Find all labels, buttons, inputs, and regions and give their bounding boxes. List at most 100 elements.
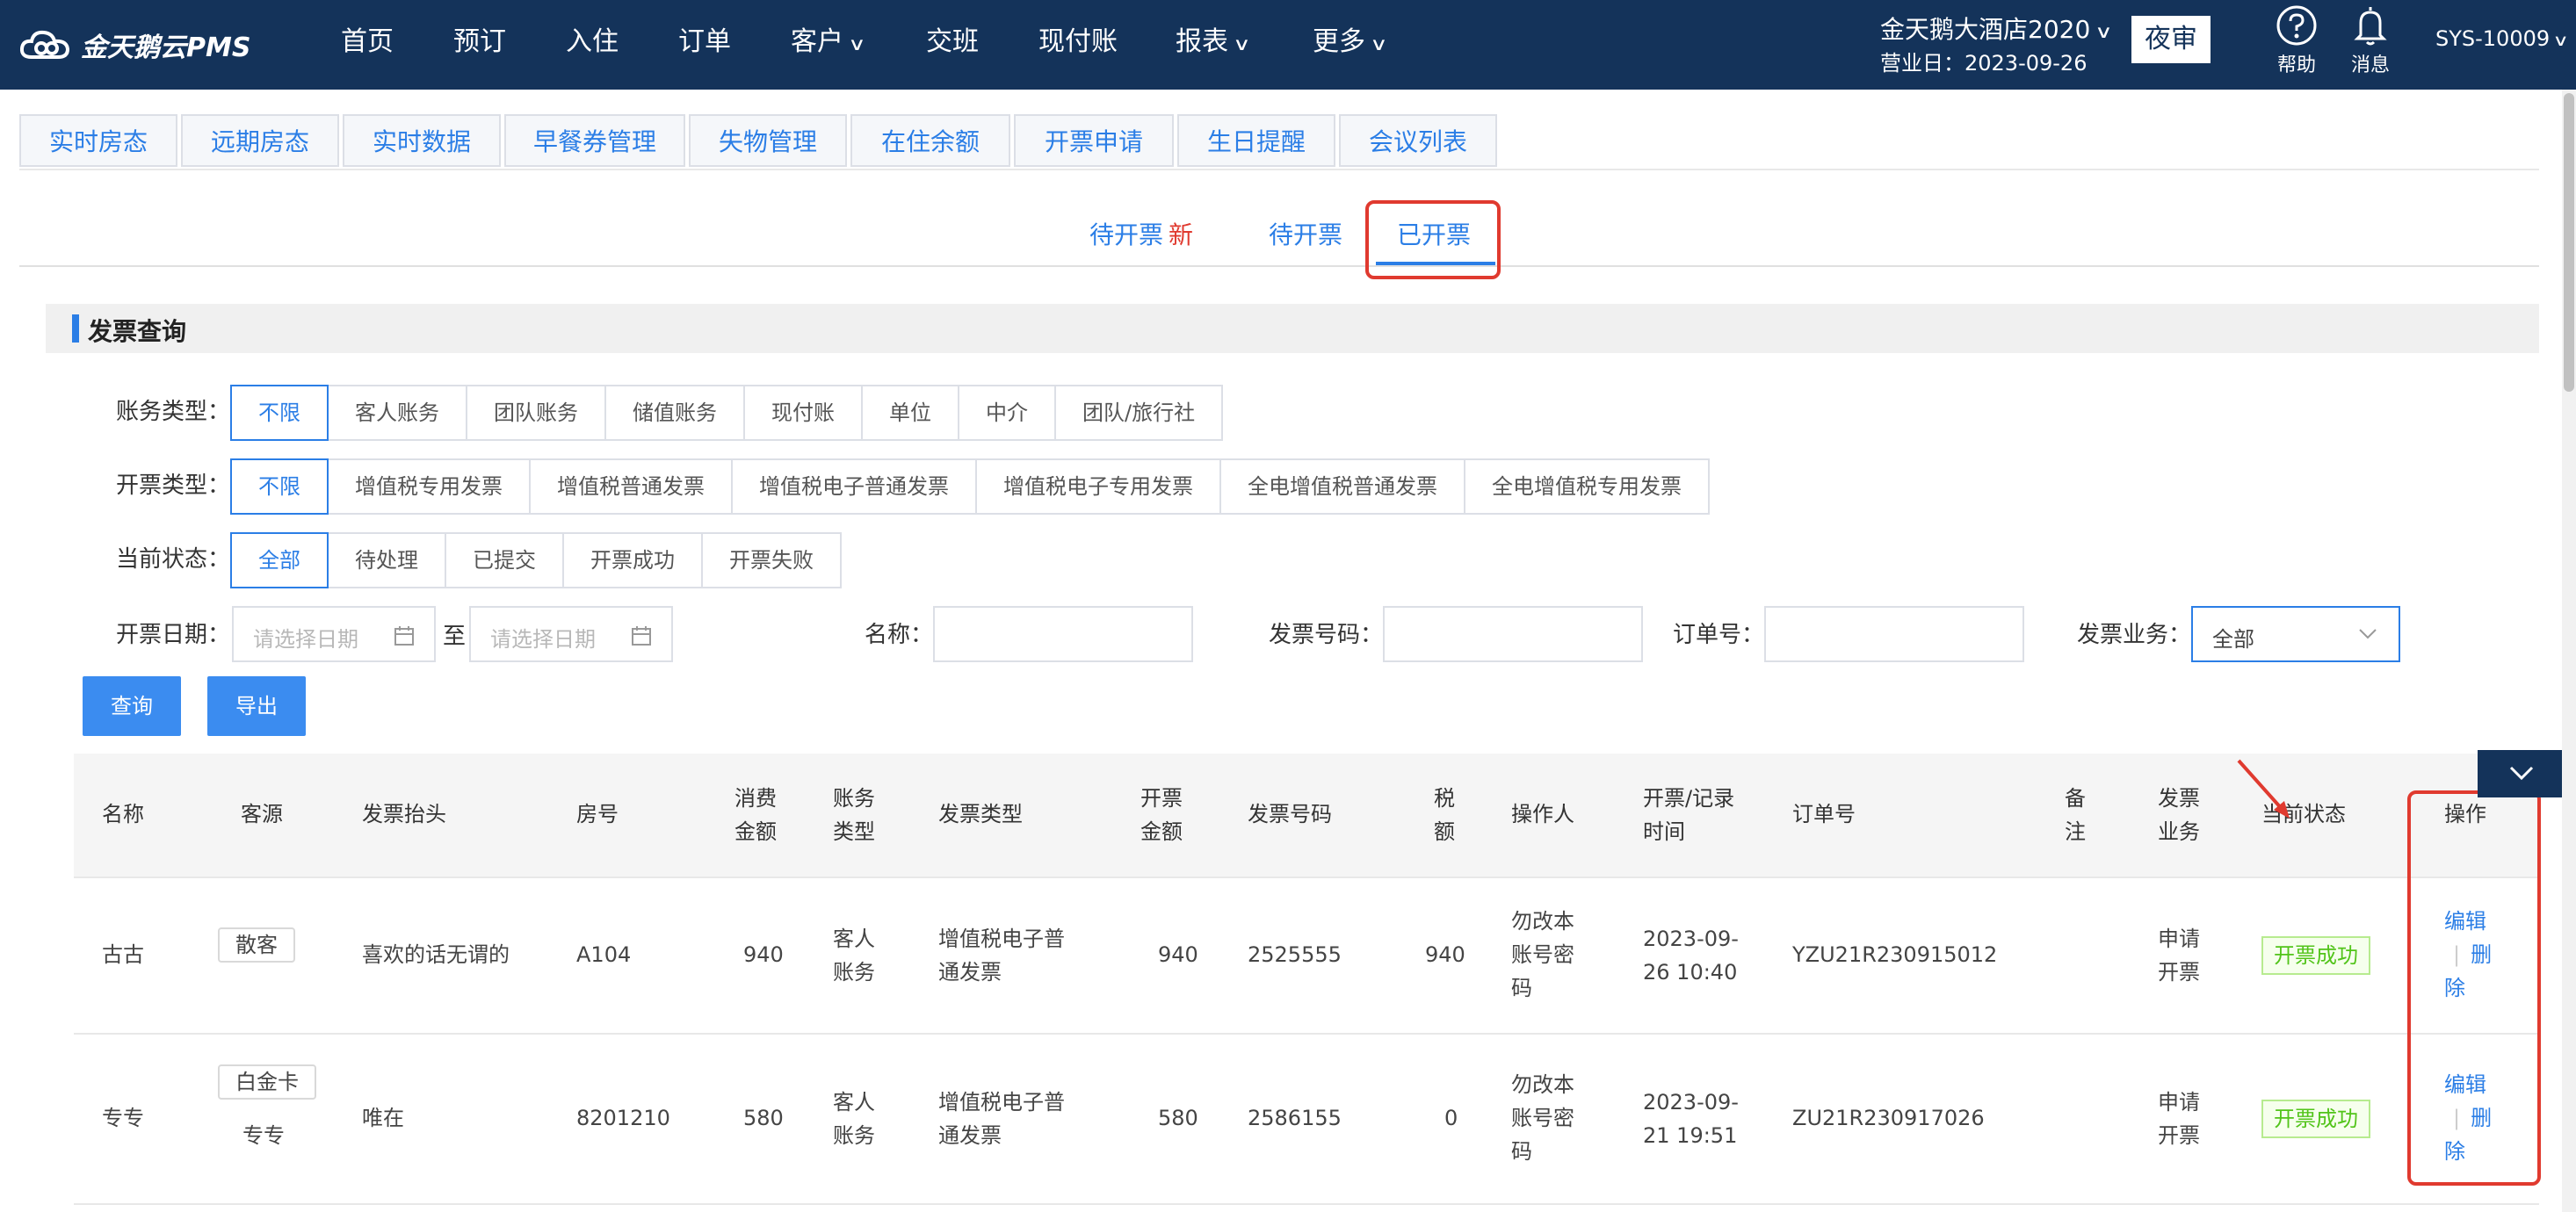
help-icon: [2276, 5, 2317, 46]
subtab-baseline: [19, 265, 2539, 267]
tab-meeting-list[interactable]: 会议列表: [1339, 114, 1497, 167]
nav-orders[interactable]: 订单: [678, 0, 731, 84]
invoice-business-label: 发票业务：: [2077, 622, 2192, 648]
app-logo[interactable]: 金天鹅云PMS: [19, 21, 250, 69]
col-account-type: 账务 类型: [833, 786, 875, 844]
nav-home[interactable]: 首页: [341, 0, 394, 84]
cell-order-number: YZU21R230915012: [1792, 942, 1998, 967]
calendar-icon: [632, 626, 651, 646]
tab-lost-found[interactable]: 失物管理: [689, 114, 847, 167]
nav-cash-account[interactable]: 现付账: [1038, 0, 1118, 84]
status-option[interactable]: 开票失败: [701, 532, 842, 588]
name-label: 名称：: [865, 622, 934, 648]
tab-invoice-request[interactable]: 开票申请: [1014, 114, 1174, 167]
tab-future-room-status[interactable]: 远期房态: [181, 114, 339, 167]
col-source: 客源: [241, 802, 283, 826]
bell-icon: [2354, 7, 2387, 46]
tab-realtime-room-status[interactable]: 实时房态: [19, 114, 177, 167]
collapse-toggle-button[interactable]: [2478, 750, 2565, 797]
business-date: 营业日：2023-09-26: [1880, 51, 2088, 76]
account-type-option[interactable]: 团队账务: [466, 385, 606, 441]
invoice-date-label: 开票日期：: [116, 622, 231, 648]
col-tax: 税额: [1434, 786, 1455, 844]
invoice-number-input[interactable]: [1383, 606, 1643, 662]
account-type-option[interactable]: 储值账务: [604, 385, 745, 441]
hotel-selector[interactable]: 金天鹅大酒店2020 ∨: [1880, 11, 2113, 46]
cell-room: A104: [576, 942, 632, 967]
date-range-separator: 至: [443, 624, 467, 650]
order-number-input[interactable]: [1764, 606, 2024, 662]
account-type-label: 账务类型：: [116, 399, 231, 425]
account-type-option[interactable]: 单位: [861, 385, 959, 441]
night-audit-button[interactable]: 夜审: [2131, 16, 2211, 63]
nav-checkin[interactable]: 入住: [566, 0, 619, 84]
invoice-type-option[interactable]: 增值税电子专用发票: [975, 458, 1221, 515]
source-tag: 散客: [218, 927, 295, 963]
cell-invoice-number: 2525555: [1248, 942, 1342, 967]
cell-order-number: ZU21R230917026: [1792, 1106, 1985, 1130]
tab-birthday-reminder[interactable]: 生日提醒: [1177, 114, 1335, 167]
user-menu[interactable]: SYS-10009 ∨: [2435, 26, 2569, 51]
export-button[interactable]: 导出: [207, 676, 306, 736]
chevron-down-icon: [2509, 766, 2534, 781]
invoice-type-option[interactable]: 增值税专用发票: [327, 458, 531, 515]
tab-breakfast-voucher[interactable]: 早餐券管理: [504, 114, 685, 167]
cell-invoice-title: 唯在: [362, 1106, 404, 1130]
cell-source-name: 专专: [242, 1123, 285, 1148]
tab-in-house-balance[interactable]: 在住余额: [850, 114, 1010, 167]
chevron-down-icon: [2359, 629, 2377, 639]
subtab-pending-new[interactable]: 待开票新: [1089, 216, 1193, 251]
row-divider: [74, 1203, 2539, 1205]
col-invoice-title: 发票抬头: [362, 802, 446, 826]
invoice-type-option[interactable]: 增值税电子普通发票: [731, 458, 977, 515]
cell-invoice-time: 2023-09- 21 19:51: [1643, 1090, 1739, 1148]
cell-operator: 勿改本 账号密码: [1511, 1072, 1574, 1164]
start-date-input[interactable]: 请选择日期: [232, 606, 436, 662]
status-option[interactable]: 开票成功: [562, 532, 703, 588]
invoice-type-option[interactable]: 全电增值税普通发票: [1219, 458, 1465, 515]
status-option[interactable]: 待处理: [327, 532, 446, 588]
status-option[interactable]: 全部: [230, 532, 329, 588]
status-label: 当前状态：: [116, 546, 231, 573]
end-date-input[interactable]: 请选择日期: [469, 606, 673, 662]
invoice-type-option[interactable]: 全电增值税专用发票: [1464, 458, 1710, 515]
calendar-icon: [394, 626, 414, 646]
status-option[interactable]: 已提交: [445, 532, 564, 588]
invoice-type-filter: 不限 增值税专用发票 增值税普通发票 增值税电子普通发票 增值税电子专用发票 全…: [230, 458, 1710, 515]
cell-account-type: 客人 账务: [833, 1090, 875, 1148]
account-type-option[interactable]: 团队/旅行社: [1054, 385, 1224, 441]
subtab-pending[interactable]: 待开票: [1269, 216, 1342, 251]
tab-realtime-data[interactable]: 实时数据: [343, 114, 501, 167]
account-type-option[interactable]: 现付账: [743, 385, 863, 441]
cell-tax: 940: [1425, 942, 1465, 967]
col-invoice-type: 发票类型: [938, 802, 1023, 826]
cell-invoice-type: 增值税电子普 通发票: [938, 927, 1065, 985]
name-input[interactable]: [933, 606, 1193, 662]
invoice-type-option[interactable]: 增值税普通发票: [529, 458, 733, 515]
nav-booking[interactable]: 预订: [453, 0, 506, 84]
invoice-business-select[interactable]: 全部: [2191, 606, 2400, 662]
section-header: [46, 304, 2539, 353]
account-type-option[interactable]: 客人账务: [327, 385, 467, 441]
query-button[interactable]: 查询: [83, 676, 181, 736]
account-type-option[interactable]: 中介: [958, 385, 1056, 441]
col-invoice-time: 开票/记录 时间: [1643, 786, 1735, 844]
nav-reports[interactable]: 报表 ∨: [1176, 0, 1251, 84]
cell-tax: 0: [1444, 1106, 1458, 1130]
cell-invoice-amount: 580: [1158, 1106, 1198, 1130]
account-type-option[interactable]: 不限: [230, 385, 329, 441]
new-badge: 新: [1169, 220, 1194, 249]
source-tag: 白金卡: [218, 1064, 316, 1100]
messages-button[interactable]: 消息: [2344, 4, 2397, 77]
nav-more[interactable]: 更多 ∨: [1313, 0, 1388, 84]
cell-invoice-title: 喜欢的话无谓的: [362, 942, 510, 967]
cell-invoice-type: 增值税电子普 通发票: [938, 1090, 1065, 1148]
col-order-number: 订单号: [1792, 802, 1856, 826]
col-invoice-business: 发票 业务: [2158, 786, 2200, 844]
nav-shift[interactable]: 交班: [926, 0, 979, 84]
help-button[interactable]: 帮助: [2270, 4, 2323, 77]
invoice-type-option[interactable]: 不限: [230, 458, 329, 515]
nav-customers[interactable]: 客户 ∨: [791, 0, 866, 84]
scrollbar-thumb[interactable]: [2564, 93, 2574, 392]
col-operator: 操作人: [1511, 802, 1574, 826]
